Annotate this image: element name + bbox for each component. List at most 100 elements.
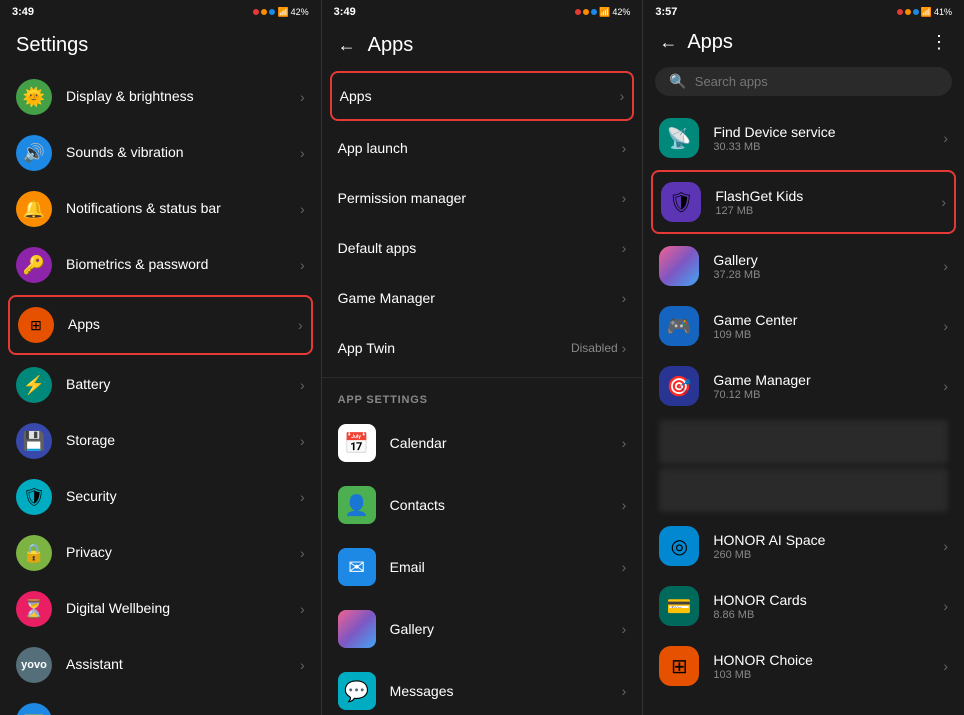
signal-icon-3: 📶 bbox=[921, 7, 932, 18]
signal-icon-1: 📶 bbox=[277, 7, 288, 18]
app-item-find-device[interactable]: 📡 Find Device service 30.33 MB › bbox=[643, 108, 964, 168]
menu-item-apps[interactable]: Apps › bbox=[330, 71, 635, 121]
honor-choice-chevron: › bbox=[943, 658, 948, 674]
honor-ai-label: HONOR AI Space bbox=[713, 532, 943, 548]
blurred-item-2 bbox=[659, 468, 948, 512]
storage-label: Storage bbox=[66, 432, 115, 448]
settings-item-assistant[interactable]: yovo Assistant › bbox=[0, 637, 321, 693]
status-icons-1: 📶 42% bbox=[253, 7, 308, 18]
status-bar-3: 3:57 📶 41% bbox=[643, 0, 964, 24]
app-item-game-manager[interactable]: 🎯 Game Manager 70.12 MB › bbox=[643, 356, 964, 416]
honor-cards-chevron: › bbox=[943, 598, 948, 614]
menu-game-chevron: › bbox=[622, 290, 627, 306]
menu-item-default-apps[interactable]: Default apps › bbox=[322, 223, 643, 273]
menu-default-label: Default apps bbox=[338, 240, 622, 256]
apps-menu-list: Apps › App launch › Permission manager ›… bbox=[322, 65, 643, 715]
gallery-chevron: › bbox=[622, 621, 627, 637]
time-3: 3:57 bbox=[655, 6, 677, 18]
settings-item-apps[interactable]: ⊞ Apps › bbox=[8, 295, 313, 355]
security-label: Security bbox=[66, 488, 117, 504]
app-settings-gallery[interactable]: Gallery › bbox=[322, 598, 643, 660]
panel-settings: 3:49 📶 42% Settings 🌞 Display & brightne… bbox=[0, 0, 322, 715]
game-manager-text: Game Manager 70.12 MB bbox=[713, 372, 943, 401]
settings-item-security[interactable]: 🛡 Security › bbox=[0, 469, 321, 525]
game-manager-icon: 🎯 bbox=[659, 366, 699, 406]
bio-label: Biometrics & password bbox=[66, 256, 208, 272]
game-center-size: 109 MB bbox=[713, 329, 943, 341]
dot-red-2 bbox=[575, 9, 581, 15]
app-item-honor-cards[interactable]: 💳 HONOR Cards 8.86 MB › bbox=[643, 576, 964, 636]
menu-twin-value: Disabled bbox=[571, 341, 618, 355]
calendar-label: Calendar bbox=[390, 435, 447, 451]
dot-orange-1 bbox=[261, 9, 267, 15]
find-device-size: 30.33 MB bbox=[713, 141, 943, 153]
settings-item-honor[interactable]: 💳 HONOR Cards › bbox=[0, 693, 321, 715]
menu-item-permission[interactable]: Permission manager › bbox=[322, 173, 643, 223]
bio-chevron: › bbox=[300, 257, 305, 273]
privacy-chevron: › bbox=[300, 545, 305, 561]
settings-item-biometrics[interactable]: 🔑 Biometrics & password › bbox=[0, 237, 321, 293]
menu-item-app-twin[interactable]: App Twin Disabled › bbox=[322, 323, 643, 373]
battery-icon: ⚡ bbox=[16, 367, 52, 403]
flashget-chevron: › bbox=[941, 194, 946, 210]
apps-title: Apps bbox=[368, 34, 414, 57]
battery-text-1: 42% bbox=[291, 7, 309, 17]
messages-label: Messages bbox=[390, 683, 454, 699]
email-label: Email bbox=[390, 559, 425, 575]
search-bar[interactable]: 🔍 bbox=[655, 67, 952, 96]
app-item-honor-ai[interactable]: ◎ HONOR AI Space 260 MB › bbox=[643, 516, 964, 576]
time-1: 3:49 bbox=[12, 6, 34, 18]
search-input[interactable] bbox=[695, 74, 938, 89]
contacts-icon: 👤 bbox=[338, 486, 376, 524]
digital-icon: ⏳ bbox=[16, 591, 52, 627]
app-item-flashget[interactable]: 🛡 FlashGet Kids 127 MB › bbox=[651, 170, 956, 234]
email-icon: ✉ bbox=[338, 548, 376, 586]
panel-apps-menu: 3:49 📶 42% ← Apps Apps › App launch › Pe… bbox=[322, 0, 644, 715]
apps-icon: ⊞ bbox=[18, 307, 54, 343]
honor-ai-icon: ◎ bbox=[659, 526, 699, 566]
app-item-honor-choice[interactable]: ⊞ HONOR Choice 103 MB › bbox=[643, 636, 964, 696]
back-button-2[interactable]: ← bbox=[338, 35, 356, 56]
settings-item-notifications[interactable]: 🔔 Notifications & status bar › bbox=[0, 181, 321, 237]
sounds-icon: 🔊 bbox=[16, 135, 52, 171]
display-text: Display & brightness bbox=[66, 88, 300, 106]
menu-launch-chevron: › bbox=[622, 140, 627, 156]
app-item-gallery[interactable]: Gallery 37.28 MB › bbox=[643, 236, 964, 296]
app-settings-contacts[interactable]: 👤 Contacts › bbox=[322, 474, 643, 536]
dot-blue-2 bbox=[591, 9, 597, 15]
calendar-icon: 📅 bbox=[338, 424, 376, 462]
app-item-game-center[interactable]: 🎮 Game Center 109 MB › bbox=[643, 296, 964, 356]
assistant-text: Assistant bbox=[66, 656, 300, 674]
more-options-button[interactable]: ⋮ bbox=[918, 28, 960, 57]
menu-item-game-manager[interactable]: Game Manager › bbox=[322, 273, 643, 323]
menu-item-app-launch[interactable]: App launch › bbox=[322, 123, 643, 173]
settings-item-privacy[interactable]: 🔒 Privacy › bbox=[0, 525, 321, 581]
app-list-header: ← Apps ⋮ bbox=[643, 24, 964, 61]
notif-text: Notifications & status bar bbox=[66, 200, 300, 218]
time-2: 3:49 bbox=[334, 6, 356, 18]
settings-item-digital[interactable]: ⏳ Digital Wellbeing › bbox=[0, 581, 321, 637]
gallery-app-icon bbox=[659, 246, 699, 286]
settings-item-storage[interactable]: 💾 Storage › bbox=[0, 413, 321, 469]
settings-item-battery[interactable]: ⚡ Battery › bbox=[0, 357, 321, 413]
app-settings-email[interactable]: ✉ Email › bbox=[322, 536, 643, 598]
panel-app-list: 3:57 📶 41% ← Apps ⋮ 🔍 📡 Find Device serv… bbox=[643, 0, 964, 715]
back-button-3[interactable]: ← bbox=[659, 32, 677, 53]
security-chevron: › bbox=[300, 489, 305, 505]
honor-ai-text: HONOR AI Space 260 MB bbox=[713, 532, 943, 561]
settings-list: 🌞 Display & brightness › 🔊 Sounds & vibr… bbox=[0, 65, 321, 715]
settings-item-sounds[interactable]: 🔊 Sounds & vibration › bbox=[0, 125, 321, 181]
app-settings-messages[interactable]: 💬 Messages › bbox=[322, 660, 643, 715]
notif-icon: 🔔 bbox=[16, 191, 52, 227]
flashget-size: 127 MB bbox=[715, 205, 941, 217]
app-list-title: Apps bbox=[687, 31, 733, 54]
settings-item-display[interactable]: 🌞 Display & brightness › bbox=[0, 69, 321, 125]
notification-dots-1 bbox=[253, 9, 275, 15]
game-center-chevron: › bbox=[943, 318, 948, 334]
app-settings-calendar[interactable]: 📅 Calendar › bbox=[322, 412, 643, 474]
status-icons-3: 📶 41% bbox=[897, 7, 952, 18]
menu-twin-label: App Twin bbox=[338, 340, 571, 356]
menu-perm-chevron: › bbox=[622, 190, 627, 206]
find-device-label: Find Device service bbox=[713, 124, 943, 140]
find-device-text: Find Device service 30.33 MB bbox=[713, 124, 943, 153]
